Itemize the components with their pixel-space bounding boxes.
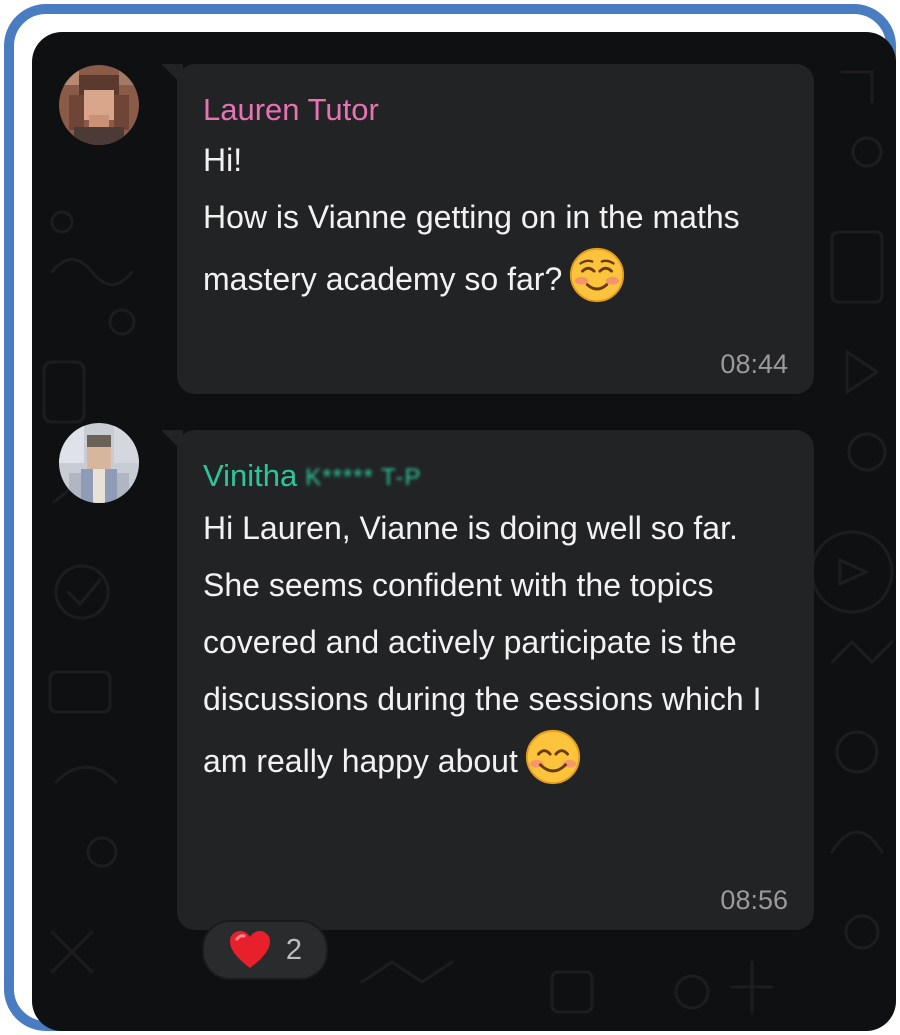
vinitha-avatar[interactable] — [59, 423, 139, 503]
reaction-count: 2 — [285, 933, 303, 966]
message-text-content: Hi Lauren, Vianne is doing well so far. … — [203, 509, 762, 779]
message-timestamp: 08:44 — [720, 349, 788, 379]
message-text: Hi! How is Vianne getting on in the math… — [203, 132, 788, 308]
smiling-face-with-blush-emoji-icon — [570, 247, 625, 303]
lauren-avatar[interactable] — [59, 65, 139, 145]
message-timestamp: 08:56 — [720, 885, 788, 915]
message-bubble-1[interactable]: Lauren Tutor Hi! How is Vianne getting o… — [161, 64, 814, 394]
lauren-avatar-image — [59, 65, 139, 145]
sender-name[interactable]: Vinitha K***** T-P — [203, 458, 788, 496]
sender-name-redacted: K***** T-P — [305, 463, 422, 491]
bubble-tail — [161, 430, 183, 452]
red-heart-icon — [229, 931, 270, 968]
screenshot-frame: Lauren Tutor Hi! How is Vianne getting o… — [4, 4, 896, 1031]
smiling-face-with-smiling-eyes-emoji-icon — [525, 729, 580, 784]
reaction-heart-button[interactable]: 2 — [202, 920, 328, 980]
bubble-tail — [161, 64, 183, 86]
message-text: Hi Lauren, Vianne is doing well so far. … — [203, 500, 788, 790]
message-text-content: Hi! How is Vianne getting on in the math… — [203, 142, 740, 297]
chat-area[interactable]: Lauren Tutor Hi! How is Vianne getting o… — [32, 32, 896, 1031]
message-bubble-2[interactable]: Vinitha K***** T-P Hi Lauren, Vianne is d… — [161, 430, 814, 930]
sender-name[interactable]: Lauren Tutor — [203, 92, 788, 128]
sender-first-name: Vinitha — [203, 458, 298, 493]
vinitha-avatar-image — [59, 423, 139, 503]
